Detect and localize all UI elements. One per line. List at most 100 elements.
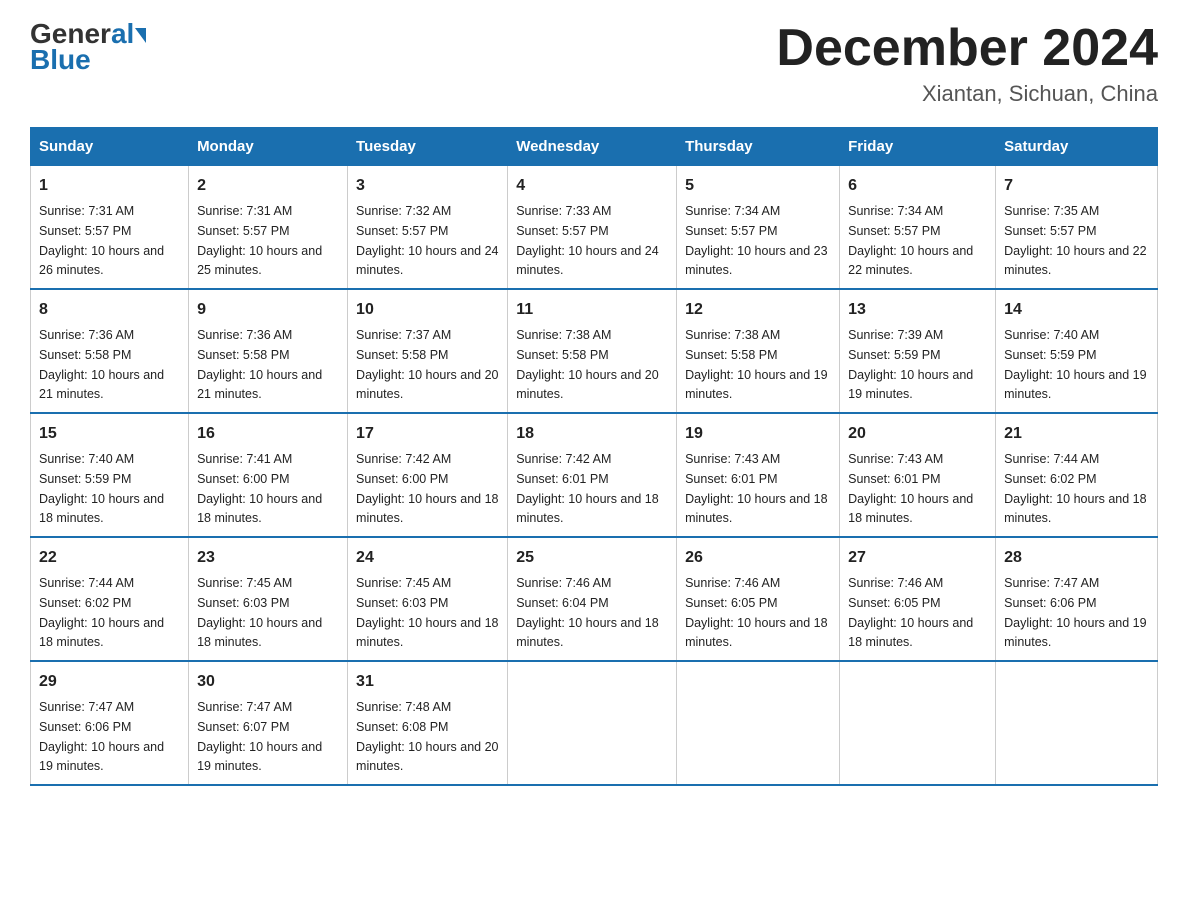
- day-number: 29: [39, 670, 180, 694]
- day-cell-27: 27 Sunrise: 7:46 AMSunset: 6:05 PMDayligh…: [840, 537, 996, 661]
- day-cell-4: 4 Sunrise: 7:33 AMSunset: 5:57 PMDaylight…: [508, 166, 677, 290]
- day-number: 13: [848, 298, 987, 322]
- day-info: Sunrise: 7:34 AMSunset: 5:57 PMDaylight:…: [848, 204, 973, 277]
- day-cell-25: 25Sunrise: 7:46 AMSunset: 6:04 PMDayligh…: [508, 537, 677, 661]
- day-cell-30: 30Sunrise: 7:47 AMSunset: 6:07 PMDayligh…: [189, 661, 348, 785]
- week-row-5: 29 Sunrise: 7:47 AMSunset: 6:06 PMDayligh…: [31, 661, 1158, 785]
- day-info: Sunrise: 7:35 AMSunset: 5:57 PMDaylight:…: [1004, 204, 1146, 277]
- day-info: Sunrise: 7:37 AMSunset: 5:58 PMDaylight:…: [356, 328, 498, 401]
- day-number: 27: [848, 546, 987, 570]
- weekday-header-wednesday: Wednesday: [508, 128, 677, 166]
- weekday-header-saturday: Saturday: [996, 128, 1158, 166]
- day-cell-19: 19Sunrise: 7:43 AMSunset: 6:01 PMDayligh…: [677, 413, 840, 537]
- day-cell-15: 15 Sunrise: 7:40 AMSunset: 5:59 PMDayligh…: [31, 413, 189, 537]
- day-info: Sunrise: 7:32 AMSunset: 5:57 PMDaylight:…: [356, 204, 498, 277]
- day-number: 14: [1004, 298, 1149, 322]
- page-header: General Blue December 2024 Xiantan, Sich…: [30, 20, 1158, 107]
- day-number: 12: [685, 298, 831, 322]
- day-info: Sunrise: 7:47 AMSunset: 6:06 PMDaylight:…: [39, 700, 164, 773]
- day-info: Sunrise: 7:31 AMSunset: 5:57 PMDaylight:…: [197, 204, 322, 277]
- day-number: 9: [197, 298, 339, 322]
- empty-cell: [996, 661, 1158, 785]
- day-number: 10: [356, 298, 499, 322]
- day-cell-28: 28Sunrise: 7:47 AMSunset: 6:06 PMDayligh…: [996, 537, 1158, 661]
- day-info: Sunrise: 7:33 AMSunset: 5:57 PMDaylight:…: [516, 204, 658, 277]
- day-cell-14: 14 Sunrise: 7:40 AMSunset: 5:59 PMDayligh…: [996, 289, 1158, 413]
- day-cell-2: 2 Sunrise: 7:31 AMSunset: 5:57 PMDaylight…: [189, 166, 348, 290]
- day-cell-7: 7 Sunrise: 7:35 AMSunset: 5:57 PMDaylight…: [996, 166, 1158, 290]
- day-number: 8: [39, 298, 180, 322]
- day-info: Sunrise: 7:44 AMSunset: 6:02 PMDaylight:…: [1004, 452, 1146, 525]
- title-block: December 2024 Xiantan, Sichuan, China: [776, 20, 1158, 107]
- day-number: 5: [685, 174, 831, 198]
- day-number: 6: [848, 174, 987, 198]
- day-info: Sunrise: 7:40 AMSunset: 5:59 PMDaylight:…: [39, 452, 164, 525]
- day-number: 15: [39, 422, 180, 446]
- day-number: 1: [39, 174, 180, 198]
- weekday-header-thursday: Thursday: [677, 128, 840, 166]
- day-number: 11: [516, 298, 668, 322]
- week-row-3: 15 Sunrise: 7:40 AMSunset: 5:59 PMDayligh…: [31, 413, 1158, 537]
- day-info: Sunrise: 7:38 AMSunset: 5:58 PMDaylight:…: [685, 328, 827, 401]
- weekday-header-friday: Friday: [840, 128, 996, 166]
- calendar-table: SundayMondayTuesdayWednesdayThursdayFrid…: [30, 127, 1158, 786]
- day-number: 19: [685, 422, 831, 446]
- day-cell-3: 3 Sunrise: 7:32 AMSunset: 5:57 PMDaylight…: [348, 166, 508, 290]
- day-info: Sunrise: 7:46 AMSunset: 6:05 PMDaylight:…: [848, 576, 973, 649]
- day-number: 16: [197, 422, 339, 446]
- day-info: Sunrise: 7:36 AMSunset: 5:58 PMDaylight:…: [39, 328, 164, 401]
- logo: General Blue: [30, 20, 146, 76]
- day-cell-1: 1 Sunrise: 7:31 AMSunset: 5:57 PMDaylight…: [31, 166, 189, 290]
- day-cell-11: 11Sunrise: 7:38 AMSunset: 5:58 PMDayligh…: [508, 289, 677, 413]
- day-number: 28: [1004, 546, 1149, 570]
- day-cell-16: 16Sunrise: 7:41 AMSunset: 6:00 PMDayligh…: [189, 413, 348, 537]
- week-row-4: 22 Sunrise: 7:44 AMSunset: 6:02 PMDayligh…: [31, 537, 1158, 661]
- day-cell-8: 8 Sunrise: 7:36 AMSunset: 5:58 PMDaylight…: [31, 289, 189, 413]
- day-cell-5: 5 Sunrise: 7:34 AMSunset: 5:57 PMDaylight…: [677, 166, 840, 290]
- day-cell-26: 26 Sunrise: 7:46 AMSunset: 6:05 PMDayligh…: [677, 537, 840, 661]
- empty-cell: [508, 661, 677, 785]
- day-cell-21: 21 Sunrise: 7:44 AMSunset: 6:02 PMDayligh…: [996, 413, 1158, 537]
- day-info: Sunrise: 7:44 AMSunset: 6:02 PMDaylight:…: [39, 576, 164, 649]
- day-info: Sunrise: 7:31 AMSunset: 5:57 PMDaylight:…: [39, 204, 164, 277]
- day-info: Sunrise: 7:39 AMSunset: 5:59 PMDaylight:…: [848, 328, 973, 401]
- day-number: 2: [197, 174, 339, 198]
- day-number: 24: [356, 546, 499, 570]
- weekday-header-monday: Monday: [189, 128, 348, 166]
- day-number: 31: [356, 670, 499, 694]
- day-number: 23: [197, 546, 339, 570]
- day-info: Sunrise: 7:46 AMSunset: 6:05 PMDaylight:…: [685, 576, 827, 649]
- week-row-1: 1 Sunrise: 7:31 AMSunset: 5:57 PMDaylight…: [31, 166, 1158, 290]
- week-row-2: 8 Sunrise: 7:36 AMSunset: 5:58 PMDaylight…: [31, 289, 1158, 413]
- location: Xiantan, Sichuan, China: [776, 81, 1158, 107]
- day-info: Sunrise: 7:43 AMSunset: 6:01 PMDaylight:…: [848, 452, 973, 525]
- day-cell-31: 31Sunrise: 7:48 AMSunset: 6:08 PMDayligh…: [348, 661, 508, 785]
- empty-cell: [840, 661, 996, 785]
- day-cell-6: 6 Sunrise: 7:34 AMSunset: 5:57 PMDaylight…: [840, 166, 996, 290]
- day-info: Sunrise: 7:34 AMSunset: 5:57 PMDaylight:…: [685, 204, 827, 277]
- day-number: 4: [516, 174, 668, 198]
- day-number: 3: [356, 174, 499, 198]
- day-info: Sunrise: 7:40 AMSunset: 5:59 PMDaylight:…: [1004, 328, 1146, 401]
- day-info: Sunrise: 7:47 AMSunset: 6:07 PMDaylight:…: [197, 700, 322, 773]
- weekday-header-row: SundayMondayTuesdayWednesdayThursdayFrid…: [31, 128, 1158, 166]
- day-cell-12: 12 Sunrise: 7:38 AMSunset: 5:58 PMDayligh…: [677, 289, 840, 413]
- day-number: 17: [356, 422, 499, 446]
- day-info: Sunrise: 7:36 AMSunset: 5:58 PMDaylight:…: [197, 328, 322, 401]
- day-cell-29: 29 Sunrise: 7:47 AMSunset: 6:06 PMDayligh…: [31, 661, 189, 785]
- day-cell-13: 13 Sunrise: 7:39 AMSunset: 5:59 PMDayligh…: [840, 289, 996, 413]
- day-number: 21: [1004, 422, 1149, 446]
- day-number: 25: [516, 546, 668, 570]
- day-cell-9: 9 Sunrise: 7:36 AMSunset: 5:58 PMDaylight…: [189, 289, 348, 413]
- day-cell-22: 22 Sunrise: 7:44 AMSunset: 6:02 PMDayligh…: [31, 537, 189, 661]
- day-cell-24: 24 Sunrise: 7:45 AMSunset: 6:03 PMDayligh…: [348, 537, 508, 661]
- day-number: 18: [516, 422, 668, 446]
- weekday-header-sunday: Sunday: [31, 128, 189, 166]
- day-cell-10: 10 Sunrise: 7:37 AMSunset: 5:58 PMDayligh…: [348, 289, 508, 413]
- empty-cell: [677, 661, 840, 785]
- day-number: 26: [685, 546, 831, 570]
- day-number: 7: [1004, 174, 1149, 198]
- day-info: Sunrise: 7:45 AMSunset: 6:03 PMDaylight:…: [356, 576, 498, 649]
- day-number: 22: [39, 546, 180, 570]
- month-title: December 2024: [776, 20, 1158, 77]
